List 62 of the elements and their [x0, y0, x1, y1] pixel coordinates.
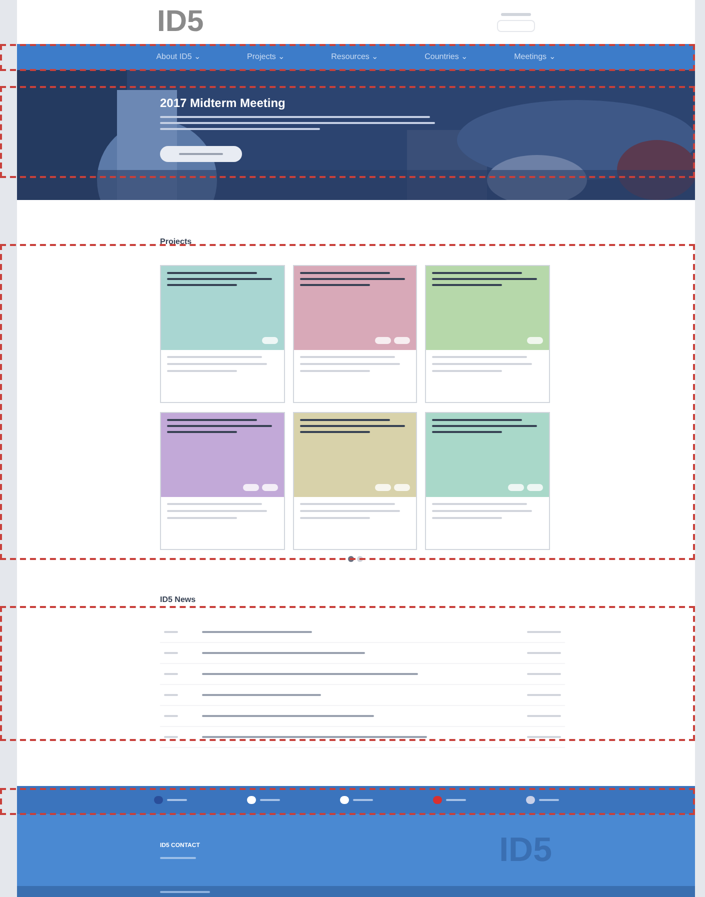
illegible-text-line	[527, 631, 561, 633]
illegible-text-line	[164, 694, 178, 696]
illegible-text-line	[527, 736, 561, 738]
flag-icon[interactable]	[526, 796, 534, 804]
illegible-text-line	[164, 652, 178, 654]
tag-chip	[262, 484, 278, 491]
tag-chip	[262, 337, 278, 344]
tag-chip	[375, 484, 392, 491]
tag-chip	[394, 484, 410, 491]
nav-link[interactable]: Countries ⌄	[424, 51, 468, 63]
tag-chip	[508, 484, 524, 491]
hero-button[interactable]	[160, 146, 242, 162]
project-card[interactable]	[292, 412, 418, 550]
tag-chip	[242, 484, 259, 491]
illegible-text-line	[432, 517, 502, 519]
illegible-text-line	[164, 631, 178, 633]
illegible-text-line	[527, 715, 561, 717]
nav-link[interactable]: Meetings ⌄	[514, 51, 556, 63]
nav-link[interactable]: Resources ⌄	[331, 51, 379, 63]
project-card[interactable]	[160, 265, 285, 403]
tag-chip	[375, 337, 392, 344]
illegible-text-line	[527, 694, 561, 696]
flag-icon[interactable]	[246, 796, 256, 804]
illegible-text-line	[300, 431, 370, 433]
illegible-text-line	[167, 431, 237, 433]
illegible-text-line	[432, 431, 502, 433]
illegible-text-line	[164, 715, 178, 717]
project-card[interactable]	[160, 412, 285, 550]
illegible-text-line	[167, 284, 237, 286]
illegible-text-line	[167, 517, 237, 519]
tag-chip	[394, 337, 410, 344]
project-card[interactable]	[292, 265, 418, 403]
illegible-text-line	[446, 799, 466, 801]
section-heading: Projects	[160, 237, 192, 246]
illegible-text-line	[527, 673, 561, 675]
illegible-text-line	[352, 799, 372, 801]
project-card[interactable]	[425, 265, 550, 403]
project-card[interactable]	[425, 412, 550, 550]
illegible-text-line	[164, 736, 178, 738]
illegible-text-line	[501, 12, 531, 16]
site-logo[interactable]: ID5	[157, 7, 204, 37]
illegible-text-line	[166, 799, 186, 801]
section-heading: ID5 News	[160, 595, 196, 604]
illegible-text-line	[300, 370, 370, 372]
illegible-text-line	[527, 652, 561, 654]
illegible-text-line	[300, 284, 370, 286]
tag-chip	[526, 484, 543, 491]
flag-icon[interactable]	[340, 796, 348, 804]
illegible-text-line	[260, 799, 280, 801]
tag-chip	[526, 337, 543, 344]
nav-link[interactable]: About ID5 ⌄	[156, 51, 202, 63]
hero-title: 2017 Midterm Meeting	[160, 95, 286, 112]
illegible-text-line	[164, 673, 178, 675]
illegible-text-line	[432, 370, 502, 372]
illegible-text-line	[160, 856, 196, 858]
illegible-text-line	[300, 517, 370, 519]
illegible-text-line	[160, 890, 210, 892]
illegible-text-line	[179, 153, 223, 155]
illegible-text-line	[432, 284, 502, 286]
illegible-text-line	[538, 799, 558, 801]
illegible-text-line	[167, 370, 237, 372]
nav-link[interactable]: Projects ⌄	[247, 51, 286, 63]
